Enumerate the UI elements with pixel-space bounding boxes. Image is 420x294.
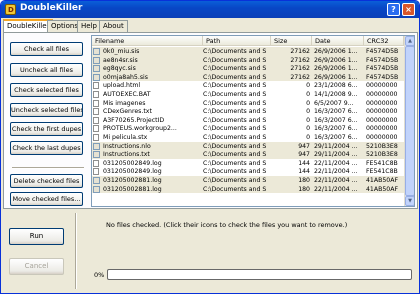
list-header: Filename Path Size Date CRC32 bbox=[92, 36, 404, 46]
table-row[interactable]: 031205002881.log C:\Documents and S 180 22/… bbox=[92, 176, 404, 185]
progress-label: 0% bbox=[94, 271, 105, 279]
check-first-dupes-button[interactable]: Check the first dupes bbox=[10, 122, 83, 136]
table-row[interactable]: 031205002849.log C:\Documents and S 144 22/… bbox=[92, 167, 404, 176]
column-crc32[interactable]: CRC32 bbox=[364, 36, 404, 46]
check-last-dupes-button[interactable]: Check the last dupes bbox=[10, 141, 83, 155]
cell-date: 22/11/2004 ... bbox=[314, 185, 358, 193]
table-row[interactable]: ae8n4sr.sis C:\Documents and S 27162 26/9/2… bbox=[92, 55, 404, 65]
move-checked-button[interactable]: Move checked files... bbox=[10, 192, 83, 206]
table-row[interactable]: AUTOEXEC.BAT C:\Documents and S 0 14/1/2008… bbox=[92, 90, 404, 99]
table-row[interactable]: 031205002881.log C:\Documents and S 180 22/… bbox=[92, 184, 404, 194]
file-icon[interactable] bbox=[93, 91, 99, 98]
checkbox-icon[interactable] bbox=[93, 177, 100, 184]
app-icon: D bbox=[5, 4, 16, 15]
file-icon[interactable] bbox=[93, 116, 99, 124]
cell-size: 180 bbox=[298, 185, 310, 193]
tab-help[interactable]: Help bbox=[77, 20, 101, 32]
delete-checked-button[interactable]: Delete checked files bbox=[10, 174, 83, 188]
scroll-up-icon[interactable]: ▲ bbox=[405, 36, 414, 46]
table-row[interactable]: upload.html C:\Documents and S 0 23/1/2008 … bbox=[92, 81, 404, 90]
checkbox-icon[interactable] bbox=[93, 48, 100, 55]
checkbox-icon[interactable] bbox=[93, 56, 100, 64]
file-list[interactable]: Filename Path Size Date CRC32 0k0_miu.si… bbox=[91, 35, 415, 207]
divider bbox=[12, 167, 84, 169]
file-icon[interactable] bbox=[93, 168, 99, 176]
tab-about[interactable]: About bbox=[99, 20, 128, 32]
file-icon[interactable] bbox=[93, 99, 99, 107]
check-all-button[interactable]: Check all files bbox=[10, 42, 83, 56]
bottom-panel: Run Cancel No files checked. (Click thei… bbox=[3, 211, 418, 292]
check-selected-button[interactable]: Check selected files bbox=[10, 83, 83, 97]
table-row[interactable]: Mi pelicula.stx C:\Documents and S 0 16/3/2… bbox=[92, 133, 404, 142]
column-filename[interactable]: Filename bbox=[92, 36, 203, 46]
progress-bar bbox=[107, 269, 412, 280]
table-row[interactable]: 031205002849.log C:\Documents and S 144 22/… bbox=[92, 159, 404, 168]
title-bar[interactable]: D DoubleKiller ? × bbox=[1, 1, 419, 18]
file-icon[interactable] bbox=[93, 159, 99, 167]
table-row[interactable]: eg8qyc.sis C:\Documents and S 27162 26/9/20… bbox=[92, 64, 404, 73]
divider bbox=[75, 213, 77, 289]
table-row[interactable]: o0mja8ah5.sis C:\Documents and S 27162 26/9… bbox=[92, 72, 404, 82]
cell-crc: 41AB50AF bbox=[366, 185, 399, 193]
column-date[interactable]: Date bbox=[312, 36, 364, 46]
table-row[interactable]: A3F70265.ProjectID C:\Documents and S 0 16/… bbox=[92, 116, 404, 125]
table-row[interactable]: CDexGenres.txt C:\Documents and S 0 16/3/20… bbox=[92, 107, 404, 116]
uncheck-all-button[interactable]: Uncheck all files bbox=[10, 63, 83, 77]
checkbox-icon[interactable] bbox=[93, 185, 100, 193]
close-icon[interactable]: × bbox=[402, 3, 415, 16]
file-icon[interactable] bbox=[93, 108, 99, 116]
column-size[interactable]: Size bbox=[271, 36, 312, 46]
file-icon[interactable] bbox=[93, 134, 99, 141]
file-icon[interactable] bbox=[93, 82, 99, 90]
main-panel: Check all files Uncheck all files Check … bbox=[3, 32, 418, 209]
vertical-scrollbar[interactable]: ▲ ▼ bbox=[404, 36, 414, 206]
checkbox-icon[interactable] bbox=[93, 65, 100, 73]
scroll-down-icon[interactable]: ▼ bbox=[405, 196, 414, 206]
tab-doublekiller[interactable]: DoubleKiller bbox=[3, 19, 54, 33]
checkbox-icon[interactable] bbox=[93, 142, 100, 150]
file-icon[interactable] bbox=[93, 125, 99, 133]
cell-filename: 031205002881.log bbox=[103, 185, 162, 193]
checkbox-icon[interactable] bbox=[93, 73, 100, 81]
column-path[interactable]: Path bbox=[203, 36, 271, 46]
run-button[interactable]: Run bbox=[9, 228, 64, 245]
table-row[interactable]: Instructions.nlo C:\Documents and S 947 29/… bbox=[92, 141, 404, 151]
cell-path: C:\Documents and S bbox=[203, 185, 267, 193]
tab-strip: DoubleKiller Options Help About bbox=[3, 19, 419, 33]
app-window: D DoubleKiller ? × DoubleKiller Options … bbox=[0, 0, 420, 294]
scroll-thumb[interactable] bbox=[405, 46, 414, 196]
cancel-button[interactable]: Cancel bbox=[9, 258, 64, 275]
table-row[interactable]: Instructions.txt C:\Documents and S 947 29/… bbox=[92, 150, 404, 159]
table-row[interactable]: 0k0_miu.sis C:\Documents and S 27162 26/9/2… bbox=[92, 47, 404, 56]
status-text: No files checked. (Click their icons to … bbox=[106, 221, 348, 229]
help-icon[interactable]: ? bbox=[387, 3, 400, 16]
uncheck-selected-button[interactable]: Uncheck selected files bbox=[10, 103, 83, 117]
table-row[interactable]: PROTEUS.workgroup2... C:\Documents and S0… bbox=[92, 124, 404, 133]
table-row[interactable]: Mis imagenes C:\Documents and S 0 6/5/2007 … bbox=[92, 99, 404, 108]
checkbox-icon[interactable] bbox=[93, 151, 100, 159]
window-title: DoubleKiller bbox=[20, 3, 83, 13]
